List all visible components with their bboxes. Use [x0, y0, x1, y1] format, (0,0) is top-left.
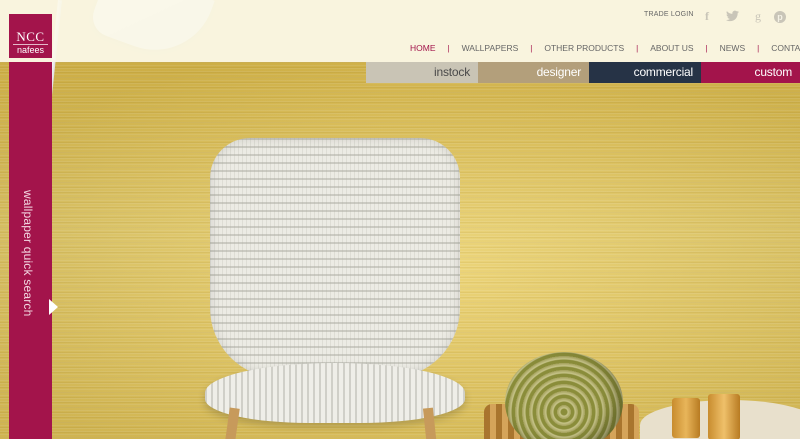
category-commercial[interactable]: commercial	[589, 62, 701, 83]
logo-text-bottom: nafees	[13, 44, 48, 56]
nav-home[interactable]: HOME	[410, 43, 436, 53]
category-designer[interactable]: designer	[478, 62, 589, 83]
category-custom[interactable]: custom	[701, 62, 800, 83]
wallpaper-quick-search-panel[interactable]: wallpaper quick search	[9, 62, 58, 439]
logo-text-top: NCC	[16, 29, 45, 44]
nav-contact[interactable]: CONTACT	[771, 43, 800, 53]
facebook-icon[interactable]: f	[700, 8, 714, 24]
nav-separator: |	[636, 43, 639, 53]
expand-arrow-icon[interactable]	[49, 299, 58, 315]
ncc-nafees-logo[interactable]: NCC nafees	[9, 14, 52, 58]
main-nav: HOME | WALLPAPERS | OTHER PRODUCTS | ABO…	[410, 42, 800, 54]
category-bar: instock designer commercial custom	[366, 62, 800, 83]
nav-about-us[interactable]: ABOUT US	[650, 43, 693, 53]
wooden-cup	[672, 398, 700, 438]
nav-separator: |	[530, 43, 533, 53]
pinterest-glyph: p	[774, 11, 786, 23]
category-instock[interactable]: instock	[366, 62, 478, 83]
site-header: NCC nafees TRADE LOGIN f g p HOME | WALL…	[0, 0, 800, 62]
twitter-icon[interactable]	[725, 8, 739, 24]
nav-separator: |	[447, 43, 450, 53]
nav-other-products[interactable]: OTHER PRODUCTS	[544, 43, 624, 53]
nav-separator: |	[757, 43, 760, 53]
nav-wallpapers[interactable]: WALLPAPERS	[462, 43, 519, 53]
nav-separator: |	[705, 43, 708, 53]
pinterest-icon[interactable]: p	[773, 8, 787, 24]
wooden-cup	[708, 394, 740, 439]
google-plus-icon[interactable]: g	[751, 8, 765, 24]
chair-back	[210, 138, 460, 378]
trade-login-link[interactable]: TRADE LOGIN	[644, 11, 694, 18]
nav-news[interactable]: NEWS	[720, 43, 746, 53]
woven-chair	[205, 138, 475, 439]
quick-search-label: wallpaper quick search	[21, 190, 35, 317]
